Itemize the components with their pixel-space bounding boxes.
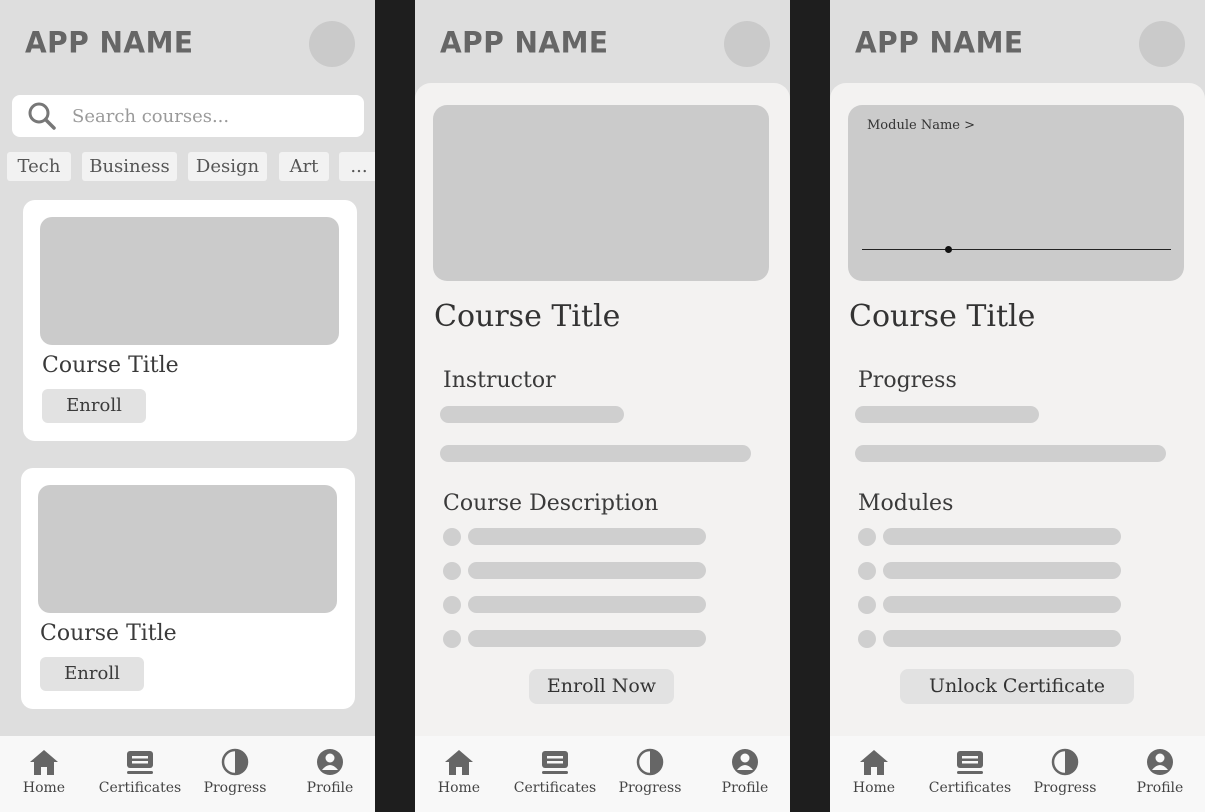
screen-course-progress: APP NAME Module Name > Course Title Prog… bbox=[830, 0, 1205, 812]
modules-heading: Modules bbox=[858, 491, 954, 516]
profile-icon bbox=[1147, 749, 1173, 775]
course-hero-image bbox=[433, 105, 769, 281]
nav-label: Progress bbox=[203, 780, 267, 796]
module-dot bbox=[858, 562, 876, 580]
description-line bbox=[468, 630, 706, 647]
nav-label: Home bbox=[22, 780, 66, 796]
certificate-icon bbox=[542, 751, 568, 774]
nav-item-progress[interactable]: Progress bbox=[603, 736, 697, 812]
nav-item-home[interactable]: Home bbox=[830, 736, 921, 812]
category-chip-tech[interactable]: Tech bbox=[7, 152, 71, 181]
nav-item-progress[interactable]: Progress bbox=[1018, 736, 1112, 812]
nav-item-certificates[interactable]: Certificates bbox=[508, 736, 602, 812]
avatar[interactable] bbox=[724, 21, 770, 67]
nav-label: Profile bbox=[1136, 780, 1184, 796]
certificate-icon bbox=[127, 751, 153, 774]
app-name: APP NAME bbox=[25, 25, 194, 60]
nav-item-certificates[interactable]: Certificates bbox=[93, 736, 187, 812]
nav-label: Home bbox=[437, 780, 481, 796]
enroll-now-button[interactable]: Enroll Now bbox=[529, 669, 674, 704]
module-breadcrumb[interactable]: Module Name > bbox=[867, 118, 975, 133]
module-item[interactable] bbox=[883, 562, 1121, 579]
home-icon bbox=[445, 750, 473, 775]
nav-label: Home bbox=[852, 780, 896, 796]
instructor-name-placeholder bbox=[440, 406, 624, 423]
description-line bbox=[468, 528, 706, 545]
search-input[interactable] bbox=[72, 103, 352, 129]
course-thumbnail bbox=[40, 217, 339, 345]
module-item[interactable] bbox=[883, 528, 1121, 545]
progress-icon bbox=[636, 748, 664, 776]
course-description-heading: Course Description bbox=[443, 491, 659, 516]
video-scrubber-handle[interactable] bbox=[945, 246, 953, 253]
avatar[interactable] bbox=[1139, 21, 1185, 67]
search-icon bbox=[28, 102, 56, 130]
progress-icon bbox=[1051, 748, 1079, 776]
nav-label: Progress bbox=[618, 780, 682, 796]
course-title: Course Title bbox=[40, 621, 177, 646]
bottom-nav: Home Certificates Progress Profile bbox=[0, 736, 375, 812]
bullet-dot bbox=[443, 562, 461, 580]
module-item[interactable] bbox=[883, 596, 1121, 613]
category-chip-business[interactable]: Business bbox=[82, 152, 177, 181]
course-title: Course Title bbox=[849, 299, 1036, 334]
unlock-certificate-button[interactable]: Unlock Certificate bbox=[900, 669, 1134, 704]
course-title: Course Title bbox=[434, 299, 621, 334]
video-player[interactable]: Module Name > bbox=[848, 105, 1184, 281]
nav-label: Profile bbox=[721, 780, 769, 796]
profile-icon bbox=[732, 749, 758, 775]
module-dot bbox=[858, 630, 876, 648]
progress-detail-placeholder bbox=[855, 445, 1166, 462]
progress-bar-placeholder bbox=[855, 406, 1039, 423]
video-scrubber-track[interactable] bbox=[862, 246, 1171, 253]
nav-label: Progress bbox=[1033, 780, 1097, 796]
app-name: APP NAME bbox=[440, 25, 609, 60]
nav-label: Certificates bbox=[513, 780, 597, 796]
enroll-button[interactable]: Enroll bbox=[42, 389, 146, 423]
enroll-button[interactable]: Enroll bbox=[40, 657, 144, 691]
course-thumbnail bbox=[38, 485, 337, 613]
certificate-icon bbox=[957, 751, 983, 774]
module-dot bbox=[858, 528, 876, 546]
bullet-dot bbox=[443, 528, 461, 546]
course-title: Course Title bbox=[42, 353, 179, 378]
bullet-dot bbox=[443, 596, 461, 614]
nav-label: Certificates bbox=[98, 780, 182, 796]
progress-panel: Module Name > Course Title Progress Modu… bbox=[830, 83, 1205, 812]
category-chip-art[interactable]: Art bbox=[279, 152, 329, 181]
bottom-nav: Home Certificates Progress Profile bbox=[830, 736, 1205, 812]
screen-course-list: APP NAME Tech Business Design Art ... Co… bbox=[0, 0, 375, 812]
profile-icon bbox=[317, 749, 343, 775]
search-bar[interactable] bbox=[12, 95, 364, 137]
module-item[interactable] bbox=[883, 630, 1121, 647]
description-line bbox=[468, 596, 706, 613]
nav-item-home[interactable]: Home bbox=[415, 736, 506, 812]
nav-item-profile[interactable]: Profile bbox=[283, 736, 375, 812]
description-line bbox=[468, 562, 706, 579]
progress-heading: Progress bbox=[858, 368, 957, 393]
screen-course-detail: APP NAME Course Title Instructor Course … bbox=[415, 0, 790, 812]
nav-item-profile[interactable]: Profile bbox=[698, 736, 790, 812]
course-card[interactable]: Course Title Enroll bbox=[23, 200, 357, 441]
nav-item-certificates[interactable]: Certificates bbox=[923, 736, 1017, 812]
home-icon bbox=[860, 750, 888, 775]
avatar[interactable] bbox=[309, 21, 355, 67]
bullet-dot bbox=[443, 630, 461, 648]
course-card[interactable]: Course Title Enroll bbox=[21, 468, 355, 709]
nav-label: Certificates bbox=[928, 780, 1012, 796]
nav-item-home[interactable]: Home bbox=[0, 736, 91, 812]
nav-label: Profile bbox=[306, 780, 354, 796]
nav-item-profile[interactable]: Profile bbox=[1113, 736, 1205, 812]
category-chip-design[interactable]: Design bbox=[188, 152, 267, 181]
progress-icon bbox=[221, 748, 249, 776]
bottom-nav: Home Certificates Progress Profile bbox=[415, 736, 790, 812]
instructor-heading: Instructor bbox=[443, 368, 556, 393]
detail-panel: Course Title Instructor Course Descripti… bbox=[415, 83, 790, 812]
module-dot bbox=[858, 596, 876, 614]
home-icon bbox=[30, 750, 58, 775]
category-chip-more[interactable]: ... bbox=[339, 152, 375, 181]
instructor-bio-placeholder bbox=[440, 445, 751, 462]
nav-item-progress[interactable]: Progress bbox=[188, 736, 282, 812]
app-name: APP NAME bbox=[855, 25, 1024, 60]
